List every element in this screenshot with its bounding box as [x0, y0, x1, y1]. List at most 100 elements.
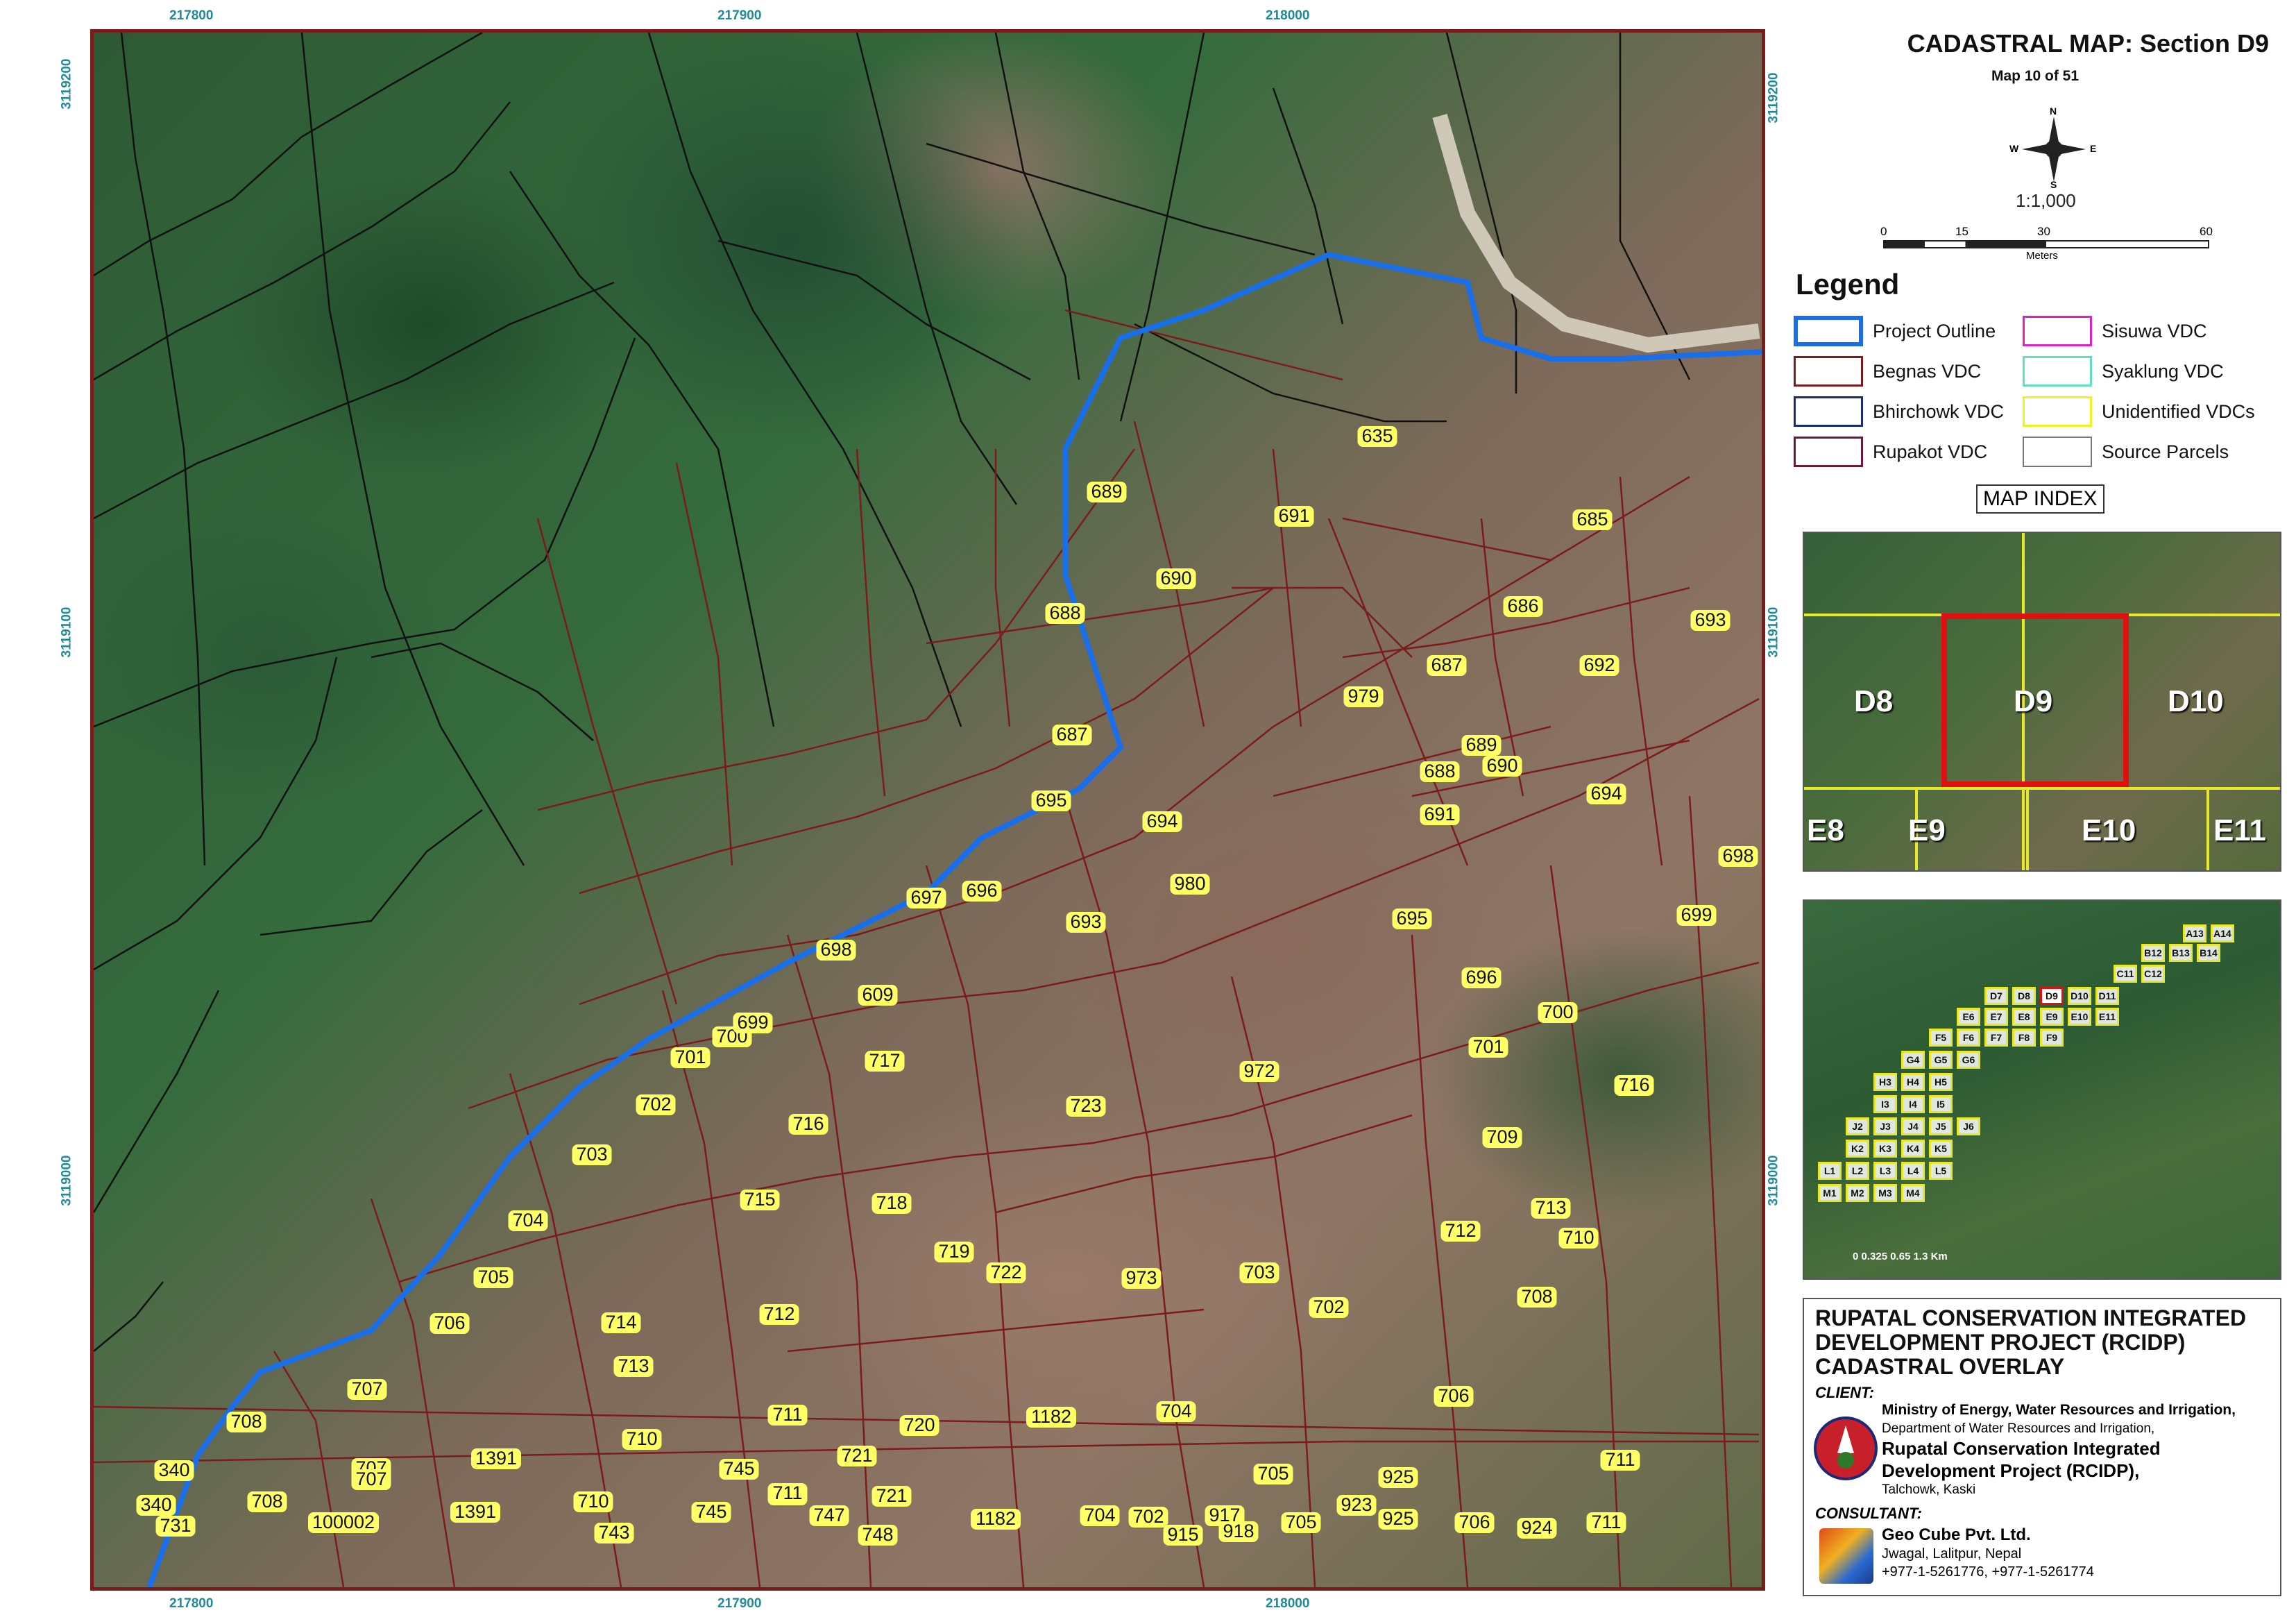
- parcel-label[interactable]: 691: [1274, 505, 1314, 527]
- overview-tile[interactable]: H3: [1873, 1073, 1897, 1091]
- parcel-label[interactable]: 701: [670, 1047, 711, 1068]
- overview-tile[interactable]: L3: [1873, 1162, 1897, 1180]
- parcel-label[interactable]: 1182: [1026, 1406, 1076, 1428]
- parcel-label[interactable]: 693: [1066, 911, 1106, 933]
- parcel-label[interactable]: 100002: [308, 1512, 379, 1533]
- overview-tile[interactable]: F6: [1957, 1029, 1980, 1047]
- index-tile-e8[interactable]: E8: [1807, 813, 1844, 848]
- parcel-label[interactable]: 731: [155, 1515, 196, 1537]
- overview-tile[interactable]: F9: [2040, 1029, 2064, 1047]
- overview-tile[interactable]: L4: [1901, 1162, 1925, 1180]
- parcel-label[interactable]: 712: [759, 1303, 799, 1325]
- index-tile-e9[interactable]: E9: [1908, 813, 1946, 848]
- overview-tile[interactable]: K4: [1901, 1140, 1925, 1158]
- parcel-label[interactable]: 701: [1468, 1036, 1508, 1058]
- parcel-label[interactable]: 700: [1538, 1001, 1578, 1023]
- overview-tile[interactable]: J2: [1846, 1117, 1869, 1135]
- overview-tile[interactable]: K2: [1846, 1140, 1869, 1158]
- parcel-label[interactable]: 721: [871, 1485, 912, 1507]
- parcel-label[interactable]: 706: [1434, 1385, 1474, 1407]
- parcel-label[interactable]: 973: [1121, 1267, 1162, 1289]
- parcel-label[interactable]: 1182: [971, 1508, 1021, 1530]
- overview-tile[interactable]: F8: [2012, 1029, 2036, 1047]
- parcel-label[interactable]: 702: [1128, 1506, 1168, 1528]
- parcel-label[interactable]: 692: [1579, 654, 1619, 676]
- overview-tile[interactable]: M2: [1846, 1184, 1869, 1202]
- overview-tile[interactable]: D9: [2040, 987, 2064, 1005]
- parcel-label[interactable]: 711: [767, 1404, 808, 1426]
- overview-tile[interactable]: J5: [1929, 1117, 1953, 1135]
- parcel-label[interactable]: 723: [1066, 1095, 1106, 1117]
- parcel-label[interactable]: 923: [1336, 1494, 1377, 1516]
- overview-tile[interactable]: E7: [1984, 1008, 2008, 1026]
- parcel-label[interactable]: 689: [1087, 481, 1127, 502]
- index-tile-e11[interactable]: E11: [2213, 813, 2266, 848]
- overview-tile[interactable]: D7: [1984, 987, 2008, 1005]
- parcel-label[interactable]: 712: [1440, 1220, 1481, 1242]
- overview-tile[interactable]: G5: [1929, 1051, 1953, 1069]
- parcel-label[interactable]: 690: [1156, 568, 1196, 589]
- parcel-label[interactable]: 696: [962, 880, 1002, 902]
- parcel-label[interactable]: 716: [1614, 1074, 1654, 1096]
- overview-tile[interactable]: H5: [1929, 1073, 1953, 1091]
- parcel-label[interactable]: 707: [351, 1469, 391, 1490]
- overview-tile[interactable]: D11: [2095, 987, 2119, 1005]
- overview-tile[interactable]: C12: [2141, 965, 2165, 983]
- parcel-label[interactable]: 710: [573, 1491, 613, 1512]
- overview-tile[interactable]: I3: [1873, 1095, 1897, 1113]
- parcel-label[interactable]: 703: [572, 1144, 612, 1165]
- parcel-label[interactable]: 340: [136, 1494, 176, 1516]
- overview-tile[interactable]: B14: [2197, 944, 2220, 962]
- index-tile-e10[interactable]: E10: [2082, 813, 2136, 848]
- index-tile-d9[interactable]: D9: [2014, 684, 2052, 719]
- parcel-label[interactable]: 688: [1045, 602, 1085, 624]
- map-index-inset[interactable]: D8 D9 D10 E8 E9 E10 E11: [1803, 532, 2281, 872]
- parcel-label[interactable]: 708: [247, 1491, 287, 1512]
- parcel-label[interactable]: 720: [899, 1414, 939, 1436]
- overview-tile[interactable]: B13: [2169, 944, 2193, 962]
- overview-tile[interactable]: H4: [1901, 1073, 1925, 1091]
- parcel-label[interactable]: 687: [1427, 654, 1467, 676]
- parcel-label[interactable]: 713: [613, 1355, 654, 1377]
- overview-tile[interactable]: D8: [2012, 987, 2036, 1005]
- overview-tile[interactable]: L1: [1818, 1162, 1842, 1180]
- overview-tile[interactable]: D10: [2068, 987, 2091, 1005]
- parcel-label[interactable]: 690: [1482, 755, 1522, 777]
- overview-tile[interactable]: K5: [1929, 1140, 1953, 1158]
- parcel-label[interactable]: 708: [226, 1411, 266, 1432]
- parcel-label[interactable]: 704: [508, 1210, 548, 1231]
- overview-tile[interactable]: L2: [1846, 1162, 1869, 1180]
- parcel-label[interactable]: 695: [1031, 790, 1071, 811]
- parcel-label[interactable]: 691: [1420, 804, 1460, 825]
- parcel-label[interactable]: 702: [636, 1094, 676, 1115]
- parcel-label[interactable]: 635: [1357, 425, 1397, 447]
- parcel-label[interactable]: 1391: [471, 1448, 521, 1469]
- overview-tile[interactable]: F5: [1929, 1029, 1953, 1047]
- parcel-label[interactable]: 609: [858, 984, 898, 1006]
- map-canvas[interactable]: 689 635 691 685 690 686 688 693 687 692 979 687 688 6…: [90, 29, 1765, 1591]
- parcel-label[interactable]: 705: [473, 1267, 513, 1288]
- parcel-label[interactable]: 719: [934, 1241, 974, 1262]
- overview-tile[interactable]: G4: [1901, 1051, 1925, 1069]
- parcel-label[interactable]: 698: [816, 939, 856, 961]
- parcel-label[interactable]: 699: [1676, 904, 1717, 926]
- parcel-label[interactable]: 714: [601, 1312, 641, 1333]
- overview-tile[interactable]: E11: [2095, 1008, 2119, 1026]
- parcel-label[interactable]: 1391: [450, 1501, 500, 1523]
- parcel-label[interactable]: 748: [858, 1524, 898, 1546]
- parcel-label[interactable]: 718: [871, 1192, 912, 1214]
- parcel-label[interactable]: 713: [1531, 1197, 1571, 1219]
- parcel-label[interactable]: 747: [809, 1505, 849, 1526]
- parcel-label[interactable]: 697: [906, 887, 946, 908]
- parcel-label[interactable]: 716: [788, 1113, 828, 1135]
- parcel-label[interactable]: 979: [1343, 686, 1384, 707]
- overview-inset[interactable]: A13 A14 B12 B13 B14 C11 C12 D7 D8 D9 D10 D11 E6 E7 E8 E…: [1803, 899, 2281, 1280]
- parcel-label[interactable]: 693: [1690, 609, 1730, 631]
- overview-tile[interactable]: L5: [1929, 1162, 1953, 1180]
- index-tile-d8[interactable]: D8: [1854, 684, 1893, 719]
- parcel-label[interactable]: 340: [154, 1460, 194, 1481]
- parcel-label[interactable]: 711: [1586, 1512, 1626, 1533]
- parcel-label[interactable]: 706: [1454, 1512, 1495, 1533]
- parcel-label[interactable]: 698: [1718, 845, 1758, 867]
- parcel-label[interactable]: 704: [1080, 1505, 1120, 1526]
